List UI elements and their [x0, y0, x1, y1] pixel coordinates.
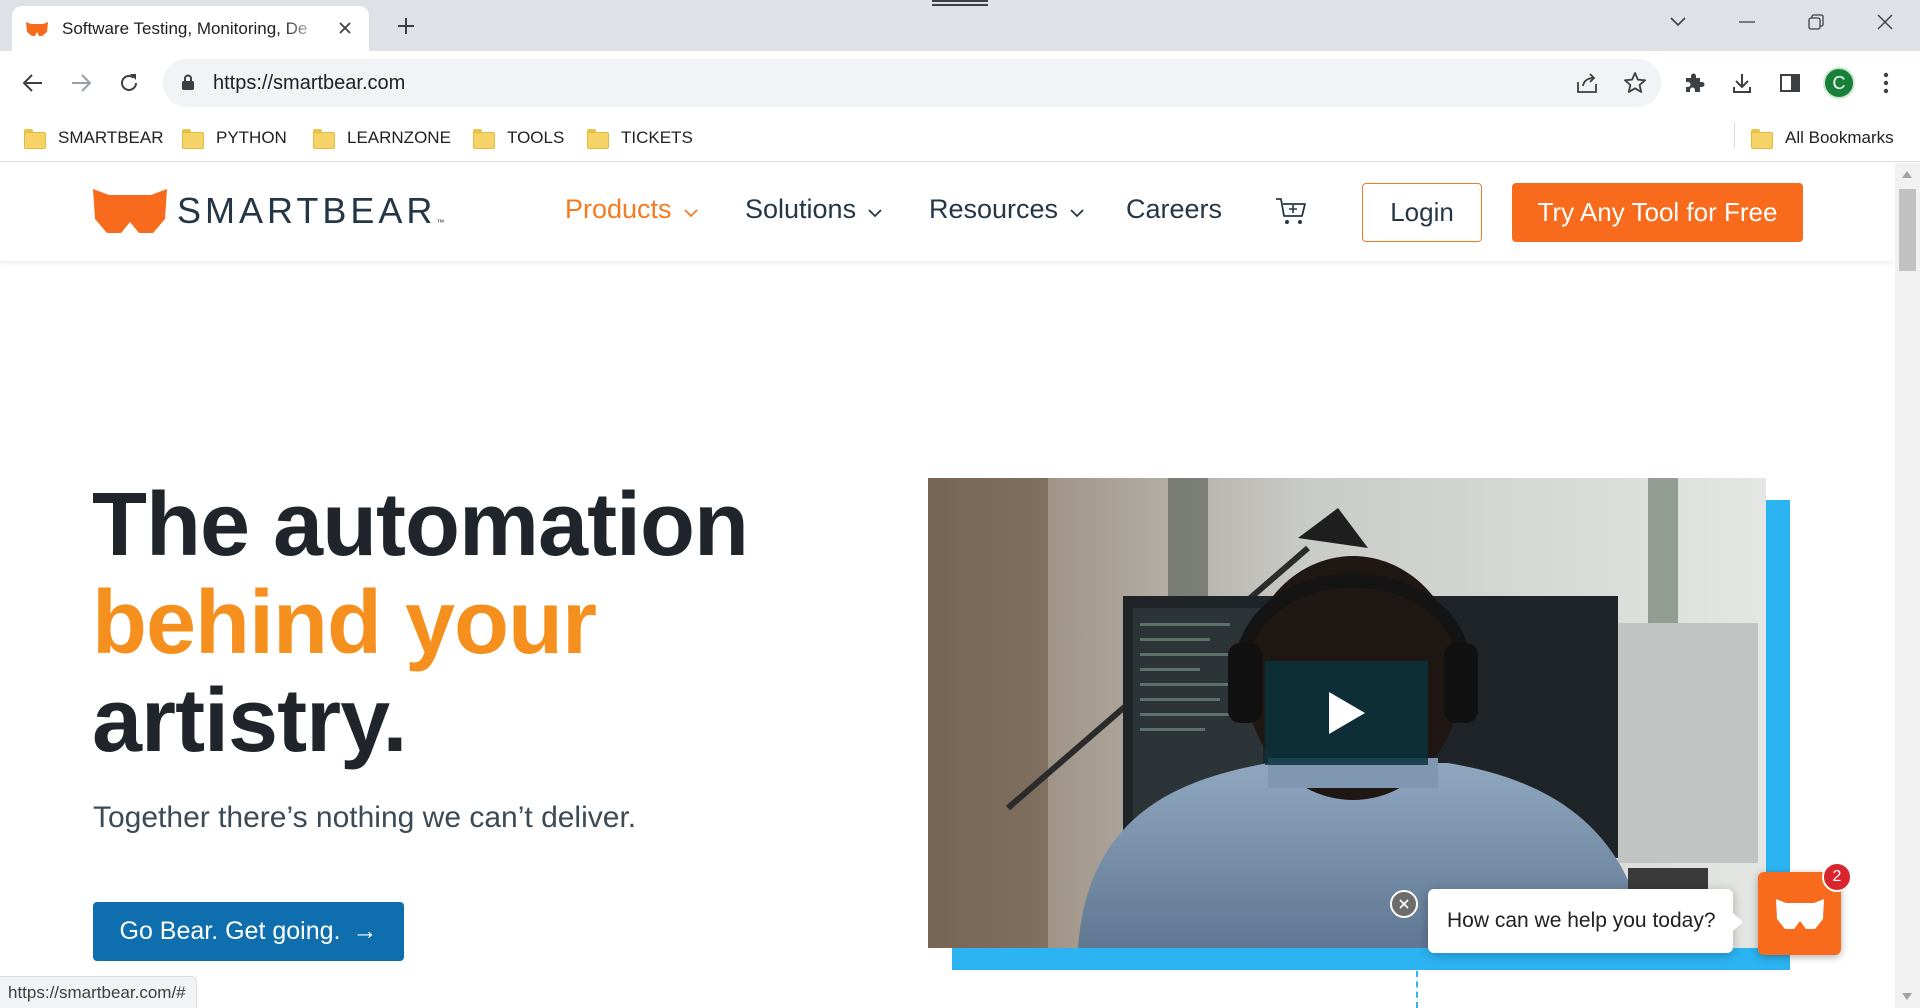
browser-tab[interactable]: Software Testing, Monitoring, De — [12, 6, 369, 51]
nav-products[interactable]: Products — [565, 194, 698, 225]
restore-icon[interactable] — [1794, 8, 1838, 36]
chevron-down-icon — [683, 194, 698, 225]
close-tab-icon[interactable] — [333, 16, 357, 40]
reload-button[interactable] — [111, 65, 147, 101]
folder-icon — [587, 129, 609, 149]
tab-strip: Software Testing, Monitoring, De — [0, 0, 1920, 51]
folder-icon — [182, 129, 204, 149]
scroll-down-arrow-icon[interactable] — [1902, 993, 1912, 1000]
folder-icon — [313, 129, 335, 149]
link-status-bar: https://smartbear.com/# — [0, 976, 197, 1008]
bookmark-label: SMARTBEAR — [58, 128, 164, 147]
page-scrollbar[interactable] — [1895, 163, 1920, 1008]
chevron-down-icon — [868, 194, 882, 225]
folder-icon — [24, 129, 46, 149]
logo-wordmark: SMARTBEAR — [177, 190, 437, 231]
kebab-menu-icon[interactable] — [1872, 69, 1900, 97]
nav-careers-label: Careers — [1126, 194, 1223, 224]
bookmark-label: TICKETS — [621, 128, 693, 147]
browser-toolbar: https://smartbear.com C — [0, 51, 1920, 115]
new-tab-button[interactable] — [392, 12, 420, 40]
scroll-up-arrow-icon[interactable] — [1902, 171, 1912, 178]
bookmark-label: PYTHON — [216, 128, 287, 147]
cart-icon[interactable] — [1275, 196, 1307, 231]
nav-solutions-label: Solutions — [745, 194, 857, 224]
tab-search-icon[interactable] — [1656, 8, 1700, 36]
bookmark-label: LEARNZONE — [347, 128, 451, 147]
extensions-icon[interactable] — [1680, 69, 1708, 97]
chat-notification-badge: 2 — [1822, 862, 1852, 892]
bookmark-folder-smartbear[interactable]: SMARTBEAR — [24, 125, 164, 151]
go-bear-label: Go Bear. Get going. — [119, 917, 341, 945]
share-icon[interactable] — [1575, 71, 1599, 95]
profile-avatar[interactable]: C — [1823, 67, 1855, 99]
lock-icon[interactable] — [181, 74, 195, 96]
bear-logo-icon — [93, 189, 167, 233]
nav-products-label: Products — [565, 194, 672, 224]
tab-title: Software Testing, Monitoring, De — [62, 18, 308, 38]
bookmarks-divider — [1734, 122, 1735, 148]
scrollbar-thumb[interactable] — [1899, 189, 1916, 271]
url-text[interactable]: https://smartbear.com — [213, 72, 405, 95]
window-drag-handle[interactable] — [932, 0, 988, 6]
smartbear-favicon-icon — [26, 21, 48, 37]
bookmark-folder-python[interactable]: PYTHON — [182, 125, 287, 151]
hero-title-line-3: artistry. — [92, 671, 407, 771]
minimize-icon[interactable] — [1725, 8, 1769, 36]
bookmarks-bar: SMARTBEAR PYTHON LEARNZONE TOOLS TICKETS… — [0, 115, 1920, 162]
hero-title: The automation behind your artistry. — [92, 475, 749, 771]
address-bar[interactable]: https://smartbear.com — [163, 59, 1661, 107]
side-panel-icon[interactable] — [1776, 69, 1804, 97]
smartbear-logo[interactable]: SMARTBEAR ™ — [93, 189, 444, 233]
folder-icon — [1751, 129, 1773, 149]
all-bookmarks-label: All Bookmarks — [1785, 128, 1894, 147]
arrow-right-icon: → — [352, 917, 378, 945]
star-icon[interactable] — [1623, 71, 1647, 95]
chat-prompt-text: How can we help you today? — [1447, 909, 1716, 932]
trademark-mark: ™ — [436, 218, 445, 227]
go-bear-button[interactable]: Go Bear. Get going. → — [93, 902, 404, 961]
nav-solutions[interactable]: Solutions — [745, 194, 882, 225]
play-button[interactable] — [1265, 661, 1428, 765]
site-header: SMARTBEAR ™ Products Solutions Resources… — [0, 163, 1895, 261]
bookmark-folder-tickets[interactable]: TICKETS — [587, 125, 693, 151]
try-free-button[interactable]: Try Any Tool for Free — [1512, 183, 1803, 242]
hero-title-line-2: behind your — [92, 573, 597, 673]
play-icon — [1328, 692, 1365, 734]
dashed-connector-line — [1416, 971, 1418, 1008]
chevron-down-icon — [1070, 194, 1084, 225]
bookmark-label: TOOLS — [507, 128, 565, 147]
web-page: SMARTBEAR ™ Products Solutions Resources… — [0, 163, 1895, 1008]
bookmark-folder-learnzone[interactable]: LEARNZONE — [313, 125, 451, 151]
forward-button[interactable] — [63, 65, 99, 101]
hero-subtitle: Together there’s nothing we can’t delive… — [93, 801, 637, 834]
nav-resources-label: Resources — [929, 194, 1059, 224]
download-icon[interactable] — [1728, 69, 1756, 97]
all-bookmarks-button[interactable]: All Bookmarks — [1751, 125, 1894, 151]
login-button[interactable]: Login — [1362, 183, 1482, 242]
nav-careers[interactable]: Careers — [1126, 194, 1222, 225]
bookmark-folder-tools[interactable]: TOOLS — [473, 125, 564, 151]
hero-title-line-1: The automation — [92, 475, 749, 575]
back-button[interactable] — [15, 65, 51, 101]
nav-resources[interactable]: Resources — [929, 194, 1084, 225]
folder-icon — [473, 129, 495, 149]
chat-prompt-bubble[interactable]: How can we help you today? — [1428, 889, 1743, 953]
bear-chat-icon — [1775, 898, 1824, 929]
close-chat-prompt-icon[interactable] — [1390, 890, 1418, 918]
close-window-icon[interactable] — [1863, 8, 1907, 36]
